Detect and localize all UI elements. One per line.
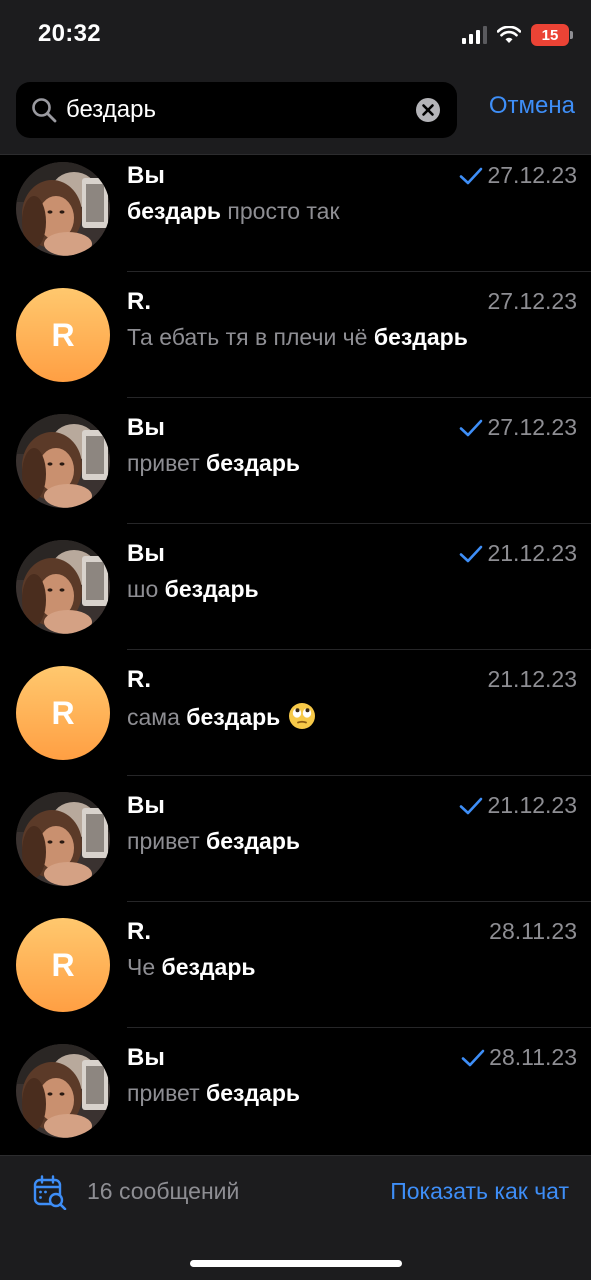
avatar (16, 1044, 110, 1138)
message-date: 28.11.23 (489, 1044, 577, 1070)
message-date: 21.12.23 (487, 666, 577, 692)
message-preview: Че бездарь (127, 954, 256, 981)
preview-text-before: привет (127, 450, 207, 476)
search-match: бездарь (186, 704, 281, 730)
read-check-icon (460, 419, 483, 436)
message-preview: привет бездарь (127, 1080, 300, 1107)
preview-text-before: сама (127, 704, 187, 730)
sender-name: Вы (127, 540, 165, 567)
battery-level: 15 (541, 26, 559, 44)
search-result-row[interactable]: Вы 21.12.23 шо бездарь (0, 524, 591, 650)
message-preview: привет бездарь (127, 450, 300, 477)
status-time: 20:32 (38, 20, 101, 47)
message-date: 27.12.23 (487, 414, 577, 440)
message-count: 16 сообщений (87, 1178, 240, 1204)
wifi-icon (497, 26, 521, 43)
sender-name: R. (127, 288, 151, 315)
message-meta: 21.12.23 (487, 666, 577, 693)
home-indicator[interactable] (190, 1260, 402, 1267)
profile-photo (16, 414, 110, 508)
sender-name: Вы (127, 1044, 165, 1071)
bottom-bar: 16 сообщений Показать как чат (0, 1155, 591, 1280)
avatar (16, 540, 110, 634)
message-meta: 28.11.23 (489, 918, 577, 945)
profile-photo (16, 792, 110, 886)
avatar-initial: R (51, 316, 75, 353)
read-check-icon (461, 1049, 485, 1066)
preview-text-before: Че (127, 954, 162, 980)
preview-text-before: шо (127, 576, 165, 602)
message-meta: 27.12.23 (459, 162, 577, 189)
preview-text-after: просто так (221, 198, 340, 224)
message-date: 28.11.23 (489, 918, 577, 944)
avatar (16, 792, 110, 886)
profile-photo (16, 162, 110, 256)
message-date: 21.12.23 (487, 540, 577, 566)
search-result-row[interactable]: Вы 27.12.23 привет бездарь (0, 398, 591, 524)
status-icons: 15 (462, 24, 573, 46)
calendar-search-icon[interactable] (32, 1174, 68, 1210)
search-result-row[interactable]: Вы 27.12.23 бездарь просто так (0, 146, 591, 272)
eye-roll-emoji (288, 703, 315, 729)
message-meta: 27.12.23 (459, 414, 577, 441)
preview-text-before: привет (127, 1080, 207, 1106)
message-preview: сама бездарь (127, 702, 316, 731)
clear-search-icon[interactable] (415, 97, 441, 123)
search-result-row[interactable]: Вы 28.11.23 привет бездарь (0, 1028, 591, 1154)
message-meta: 27.12.23 (487, 288, 577, 315)
cancel-button[interactable]: Отмена (489, 92, 575, 120)
read-check-icon (460, 797, 483, 814)
search-result-row[interactable]: R R. 27.12.23 Та ебать тя в плечи чё без… (0, 272, 591, 398)
screen: 20:32 15 бездарь Отмена Вы 27.12.23 безд… (0, 0, 591, 1280)
battery-icon: 15 (531, 24, 573, 46)
search-input[interactable] (66, 82, 416, 138)
preview-text-before: привет (127, 828, 207, 854)
search-icon (32, 98, 57, 123)
message-date: 27.12.23 (487, 288, 577, 314)
search-match: бездарь (164, 576, 259, 602)
search-result-row[interactable]: R R. 28.11.23 Че бездарь (0, 902, 591, 1028)
sender-name: R. (127, 666, 151, 693)
avatar: R (16, 288, 110, 382)
message-preview: Та ебать тя в плечи чё бездарь (127, 324, 468, 351)
sender-name: Вы (127, 792, 165, 819)
profile-photo (16, 540, 110, 634)
message-preview: привет бездарь (127, 828, 300, 855)
search-match: бездарь (161, 954, 256, 980)
search-match: бездарь (206, 1080, 301, 1106)
sender-name: Вы (127, 414, 165, 441)
message-preview: шо бездарь (127, 576, 259, 603)
search-header: Отмена (0, 72, 591, 155)
search-match: бездарь (373, 324, 468, 350)
read-check-icon (460, 167, 483, 184)
search-match: бездарь (127, 198, 222, 224)
search-result-row[interactable]: R R. 21.12.23 сама бездарь (0, 650, 591, 776)
status-bar: 20:32 15 (0, 0, 591, 72)
message-date: 27.12.23 (487, 162, 577, 188)
avatar (16, 414, 110, 508)
search-result-row[interactable]: Вы 21.12.23 привет бездарь (0, 776, 591, 902)
search-match: бездарь (206, 828, 301, 854)
search-match: бездарь (206, 450, 301, 476)
avatar-initial: R (51, 694, 75, 731)
message-meta: 21.12.23 (459, 540, 577, 567)
message-meta: 21.12.23 (459, 792, 577, 819)
read-check-icon (460, 545, 483, 562)
message-meta: 28.11.23 (461, 1044, 577, 1071)
avatar: R (16, 918, 110, 1012)
show-as-chat-button[interactable]: Показать как чат (390, 1178, 569, 1205)
avatar-initial: R (51, 946, 75, 983)
avatar: R (16, 666, 110, 760)
avatar (16, 162, 110, 256)
message-date: 21.12.23 (487, 792, 577, 818)
cellular-signal-icon (462, 26, 487, 44)
search-field[interactable] (16, 82, 457, 138)
sender-name: R. (127, 918, 151, 945)
sender-name: Вы (127, 162, 165, 189)
search-results-list: Вы 27.12.23 бездарь просто так R R. 27.1… (0, 146, 591, 1154)
profile-photo (16, 1044, 110, 1138)
message-preview: бездарь просто так (127, 198, 340, 225)
preview-text-before: Та ебать тя в плечи чё (127, 324, 374, 350)
